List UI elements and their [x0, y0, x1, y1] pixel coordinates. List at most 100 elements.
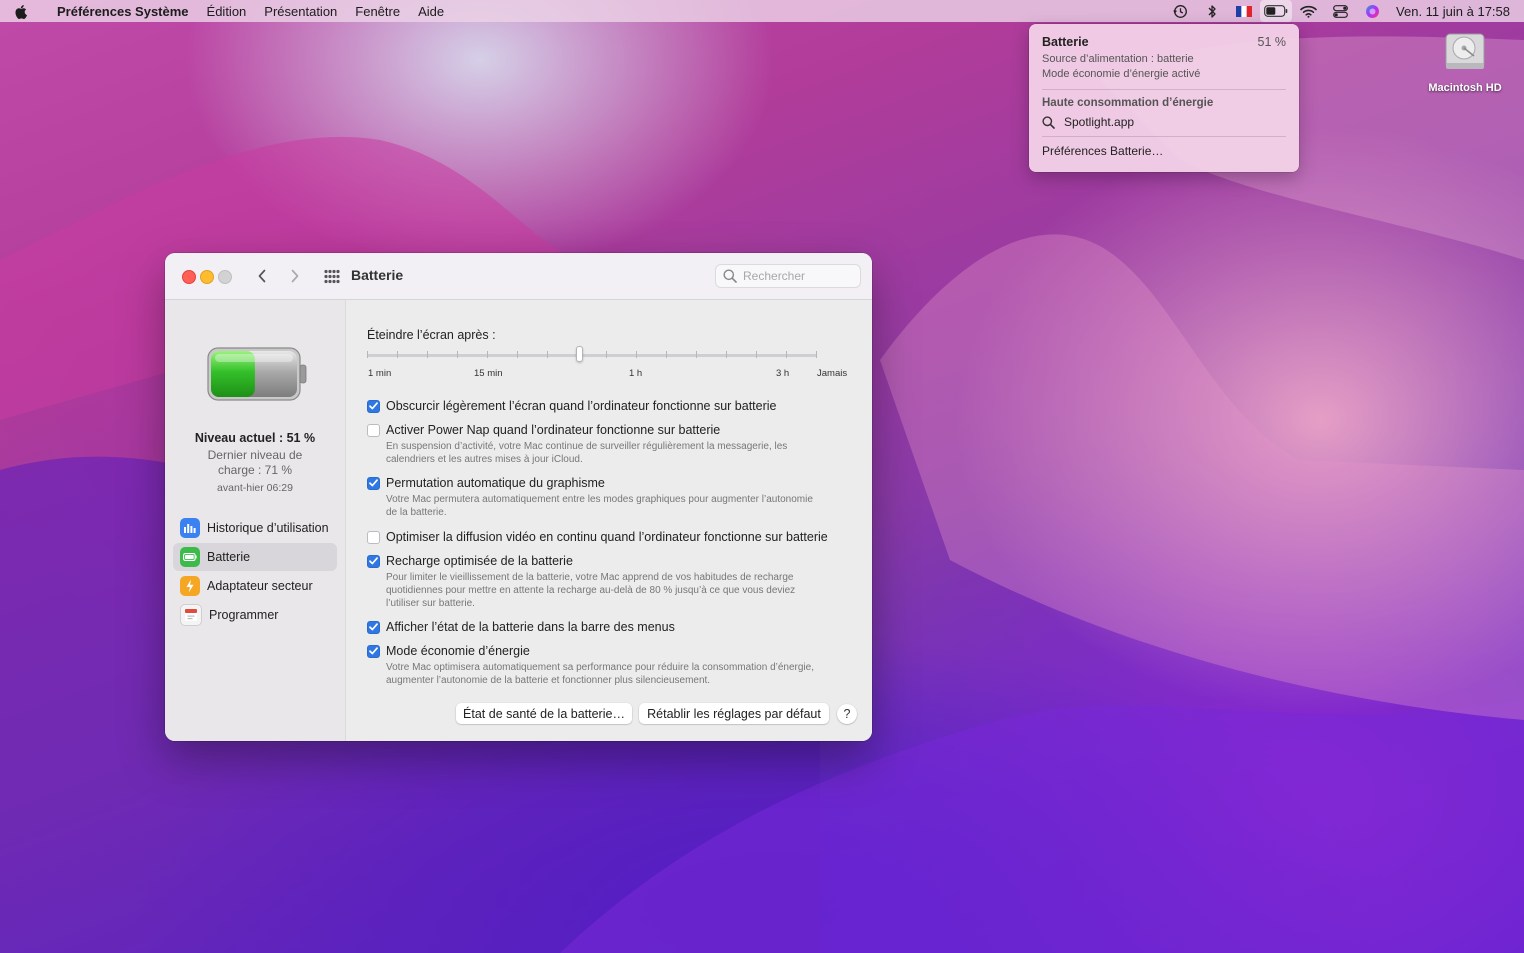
option-optimized-charging: Recharge optimisée de la batterie Pour l… — [367, 554, 847, 610]
checkbox-graphics-switching[interactable] — [367, 476, 380, 490]
battery-preferences-window: Batterie Rechercher Niveau actuel: 51 %… — [165, 253, 872, 741]
menu-app-name[interactable]: Préférences Système — [48, 4, 198, 19]
slider-thumb[interactable] — [576, 346, 583, 362]
restore-defaults-button[interactable]: Rétablir les réglages par défaut — [639, 703, 829, 724]
option-label[interactable]: Activer Power Nap quand l’ordinateur fon… — [386, 423, 720, 437]
slider-tick — [816, 351, 817, 358]
option-label[interactable]: Recharge optimisée de la batterie — [386, 554, 573, 568]
battery-icon[interactable] — [1260, 0, 1293, 22]
settings-pane: Éteindre l’écran après : 1 min 15 min 1 … — [346, 300, 872, 741]
slider-tick — [666, 351, 667, 358]
screen-off-slider[interactable] — [367, 346, 817, 368]
slider-tick — [636, 351, 637, 358]
checkbox-low-power-mode[interactable] — [367, 644, 380, 658]
option-description: Votre Mac optimisera automatiquement sa … — [386, 661, 847, 687]
option-description: Votre Mac permutera automatiquement entr… — [386, 493, 847, 519]
screen-off-label: Éteindre l’écran après : — [367, 328, 496, 342]
tick-label-1h: 1 h — [629, 368, 643, 379]
minimize-button[interactable] — [200, 270, 214, 284]
battery-health-button[interactable]: État de santé de la batterie… — [456, 703, 632, 724]
menu-edition[interactable]: Édition — [198, 4, 256, 19]
option-graphics-switching: Permutation automatique du graphisme Vot… — [367, 476, 847, 519]
slider-tick — [457, 351, 458, 358]
battery-menu-percent: 51 % — [1257, 35, 1287, 49]
sidebar-item-historique[interactable]: Historique d’utilisation — [173, 514, 337, 542]
description-line: l’utiliser sur batterie. — [386, 598, 475, 609]
menu-presentation[interactable]: Présentation — [255, 4, 346, 19]
slider-tick — [517, 351, 518, 358]
macintosh-hd-desktop-icon[interactable]: Macintosh HD — [1420, 30, 1510, 94]
description-line: calendriers et les autres mises à jour i… — [386, 454, 583, 465]
battery-menu-mode: Mode économie d’énergie activé — [1042, 68, 1201, 80]
description-line: Votre Mac permutera automatiquement entr… — [386, 494, 813, 505]
battery-menu-dropdown: Batterie 51 % Source d’alimentation : ba… — [1029, 24, 1299, 172]
checkbox-show-in-menubar[interactable] — [367, 620, 380, 634]
sidebar-item-programmer[interactable]: Programmer — [173, 601, 337, 629]
description-line: quotidiennes pour mettre en attente la r… — [386, 585, 796, 596]
wifi-icon[interactable] — [1292, 0, 1324, 22]
battery-preferences-link[interactable]: Préférences Batterie… — [1042, 144, 1286, 158]
battery-menu-source: Source d’alimentation : batterie — [1042, 53, 1194, 65]
forward-button[interactable] — [285, 266, 305, 286]
checkbox-optimized-charging[interactable] — [367, 554, 380, 568]
time-machine-icon[interactable] — [1164, 0, 1196, 22]
last-charge-text: Dernier niveau de charge : 71 % — [165, 448, 345, 478]
slider-tick — [786, 351, 787, 358]
checkmark-icon — [369, 557, 378, 565]
checkmark-icon — [369, 623, 378, 631]
option-label[interactable]: Permutation automatique du graphisme — [386, 476, 605, 490]
french-flag-icon[interactable] — [1228, 0, 1260, 22]
option-label[interactable]: Obscurcir légèrement l’écran quand l’ord… — [386, 399, 777, 413]
usage-history-icon — [180, 518, 200, 538]
checkbox-dim-screen[interactable] — [367, 399, 380, 413]
battery-icon — [180, 547, 200, 567]
battery-menu-section-title: Haute consommation d’énergie — [1042, 97, 1214, 109]
show-all-grid-icon[interactable] — [323, 268, 341, 286]
slider-tick — [487, 351, 488, 358]
sidebar-item-label: Programmer — [209, 608, 279, 622]
apple-menu-icon[interactable] — [14, 4, 36, 19]
menu-clock[interactable]: Ven. 11 juin à 17:58 — [1396, 4, 1510, 19]
battery-menu-app-label: Spotlight.app — [1064, 115, 1135, 129]
zoom-button[interactable] — [218, 270, 232, 284]
menu-fenetre[interactable]: Fenêtre — [346, 4, 409, 19]
battery-menu-title: Batterie — [1042, 35, 1089, 49]
slider-tick — [696, 351, 697, 358]
search-field[interactable] — [715, 264, 861, 288]
slider-tick — [367, 351, 368, 358]
option-label[interactable]: Mode économie d’énergie — [386, 644, 530, 658]
checkmark-icon — [369, 647, 378, 655]
search-input[interactable] — [741, 268, 855, 284]
option-label[interactable]: Optimiser la diffusion vidéo en continu … — [386, 530, 828, 544]
bluetooth-icon[interactable] — [1196, 0, 1228, 22]
option-description: En suspension d’activité, votre Mac cont… — [386, 440, 847, 466]
checkbox-power-nap[interactable] — [367, 423, 380, 437]
menu-aide[interactable]: Aide — [409, 4, 453, 19]
calendar-icon — [180, 604, 202, 626]
menu-separator — [1042, 136, 1286, 137]
tick-label-1min: 1 min — [368, 368, 392, 379]
option-dim-screen: Obscurcir légèrement l’écran quand l’ord… — [367, 399, 847, 413]
slider-track[interactable] — [367, 354, 817, 357]
checkbox-video-streaming[interactable] — [367, 530, 380, 544]
siri-icon[interactable] — [1356, 0, 1388, 22]
back-button[interactable] — [252, 266, 272, 286]
search-icon — [1042, 115, 1058, 129]
close-button[interactable] — [182, 270, 196, 284]
option-label[interactable]: Afficher l’état de la batterie dans la b… — [386, 620, 675, 634]
help-button[interactable]: ? — [837, 704, 857, 724]
tick-label-3h: 3 h — [776, 368, 790, 379]
slider-tick — [756, 351, 757, 358]
sidebar-item-label: Adaptateur secteur — [207, 579, 313, 593]
battery-menu-app-item[interactable]: Spotlight.app — [1042, 115, 1286, 129]
sidebar-item-adaptateur[interactable]: Adaptateur secteur — [173, 572, 337, 600]
option-video-streaming: Optimiser la diffusion vidéo en continu … — [367, 530, 847, 544]
sidebar-item-batterie[interactable]: Batterie — [173, 543, 337, 571]
current-level-text: Niveau actuel : 51 % — [194, 431, 316, 445]
sidebar-item-label: Historique d’utilisation — [207, 521, 329, 535]
search-icon — [723, 269, 737, 283]
option-power-nap: Activer Power Nap quand l’ordinateur fon… — [367, 423, 847, 466]
control-center-icon[interactable] — [1324, 0, 1356, 22]
description-line: Votre Mac optimisera automatiquement sa … — [386, 662, 814, 673]
menu-separator — [1042, 89, 1286, 90]
